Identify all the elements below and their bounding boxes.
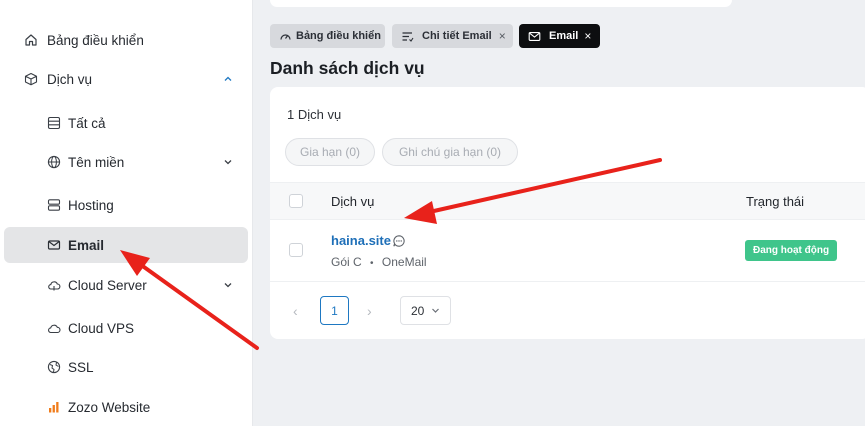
service-count: 1 Dịch vụ [287, 107, 342, 122]
sidebar: Bảng điều khiển Dịch vụ Tất cả Tên miền … [0, 0, 253, 426]
page-size-select[interactable]: 20 [400, 296, 451, 325]
table-row[interactable]: haina.site Gói C • OneMail Đang hoạt độn… [270, 220, 865, 282]
chevron-down-icon[interactable] [222, 279, 234, 291]
service-name-link[interactable]: haina.site [331, 233, 391, 248]
tab-label: Email [549, 30, 579, 42]
chevron-down-icon[interactable] [222, 156, 234, 168]
separator-dot: • [370, 258, 374, 269]
column-status: Trạng thái [746, 194, 805, 209]
tab-dashboard[interactable]: Bảng điều khiển [270, 24, 385, 48]
sidebar-item-hosting[interactable]: Hosting [4, 187, 248, 223]
sidebar-item-cloud-server[interactable]: Cloud Server [4, 267, 248, 303]
mail-icon [528, 31, 541, 41]
sidebar-item-zozo-website[interactable]: Zozo Website [4, 389, 248, 425]
prev-page-button[interactable]: ‹ [293, 303, 298, 319]
page-number-button[interactable]: 1 [320, 296, 349, 325]
speedometer-icon [280, 33, 291, 40]
sidebar-item-label: Tất cả [68, 115, 106, 131]
chevron-down-icon [432, 308, 440, 313]
sidebar-item-all[interactable]: Tất cả [4, 105, 248, 141]
sidebar-item-label: Bảng điều khiển [47, 32, 144, 48]
sidebar-item-label: Dịch vụ [47, 71, 93, 87]
cloud-icon [47, 321, 61, 335]
tab-email-detail[interactable]: Chi tiết Email × [392, 24, 513, 48]
table-header: Dịch vụ Trạng thái [270, 182, 865, 220]
server-icon [47, 198, 61, 212]
sidebar-item-email[interactable]: Email [4, 227, 248, 263]
sidebar-item-label: Hosting [68, 197, 114, 213]
top-search-bar[interactable] [270, 0, 732, 7]
tab-label: Bảng điều khiển [296, 30, 381, 42]
sidebar-item-services[interactable]: Dịch vụ [4, 61, 248, 97]
close-icon[interactable]: × [584, 29, 591, 43]
page-title: Danh sách dịch vụ [270, 58, 425, 78]
sidebar-item-label: Tên miền [68, 154, 125, 170]
sidebar-item-label: SSL [68, 359, 94, 375]
tab-label: Chi tiết Email [422, 30, 492, 42]
sidebar-item-ssl[interactable]: SSL [4, 349, 248, 385]
home-icon [24, 33, 38, 47]
sidebar-item-label: Email [68, 237, 105, 253]
tab-email[interactable]: Email × [519, 24, 600, 48]
comment-icon[interactable] [392, 234, 406, 248]
sidebar-item-label: Zozo Website [68, 399, 151, 415]
globe-icon [47, 155, 61, 169]
provider-name: OneMail [381, 255, 427, 269]
sidebar-item-domains[interactable]: Tên miền [4, 144, 248, 180]
chevron-up-icon[interactable] [222, 73, 234, 85]
list-icon [402, 31, 414, 42]
status-badge: Đang hoạt động [745, 240, 838, 261]
sidebar-item-dashboard[interactable]: Bảng điều khiển [4, 22, 248, 58]
plan-name: Gói C [331, 255, 362, 269]
cloud-icon [47, 278, 61, 292]
column-service: Dịch vụ [331, 194, 375, 209]
ssl-globe-icon [47, 360, 61, 374]
box-icon [24, 72, 38, 86]
select-all-checkbox[interactable] [289, 194, 303, 208]
database-icon [47, 116, 61, 130]
sidebar-item-label: Cloud Server [68, 277, 147, 293]
row-checkbox[interactable] [289, 243, 303, 257]
next-page-button[interactable]: › [367, 303, 372, 319]
mail-icon [47, 238, 61, 252]
renew-button[interactable]: Gia hạn (0) [285, 138, 375, 166]
zozo-logo-icon [47, 400, 61, 414]
services-card: 1 Dịch vụ Gia hạn (0) Ghi chú gia hạn (0… [270, 87, 865, 339]
service-subtitle: Gói C • OneMail [331, 255, 427, 269]
close-icon[interactable]: × [499, 29, 506, 43]
renew-note-button[interactable]: Ghi chú gia hạn (0) [382, 138, 518, 166]
page-size-value: 20 [411, 303, 425, 318]
sidebar-item-cloud-vps[interactable]: Cloud VPS [4, 310, 248, 346]
sidebar-item-label: Cloud VPS [68, 320, 135, 336]
